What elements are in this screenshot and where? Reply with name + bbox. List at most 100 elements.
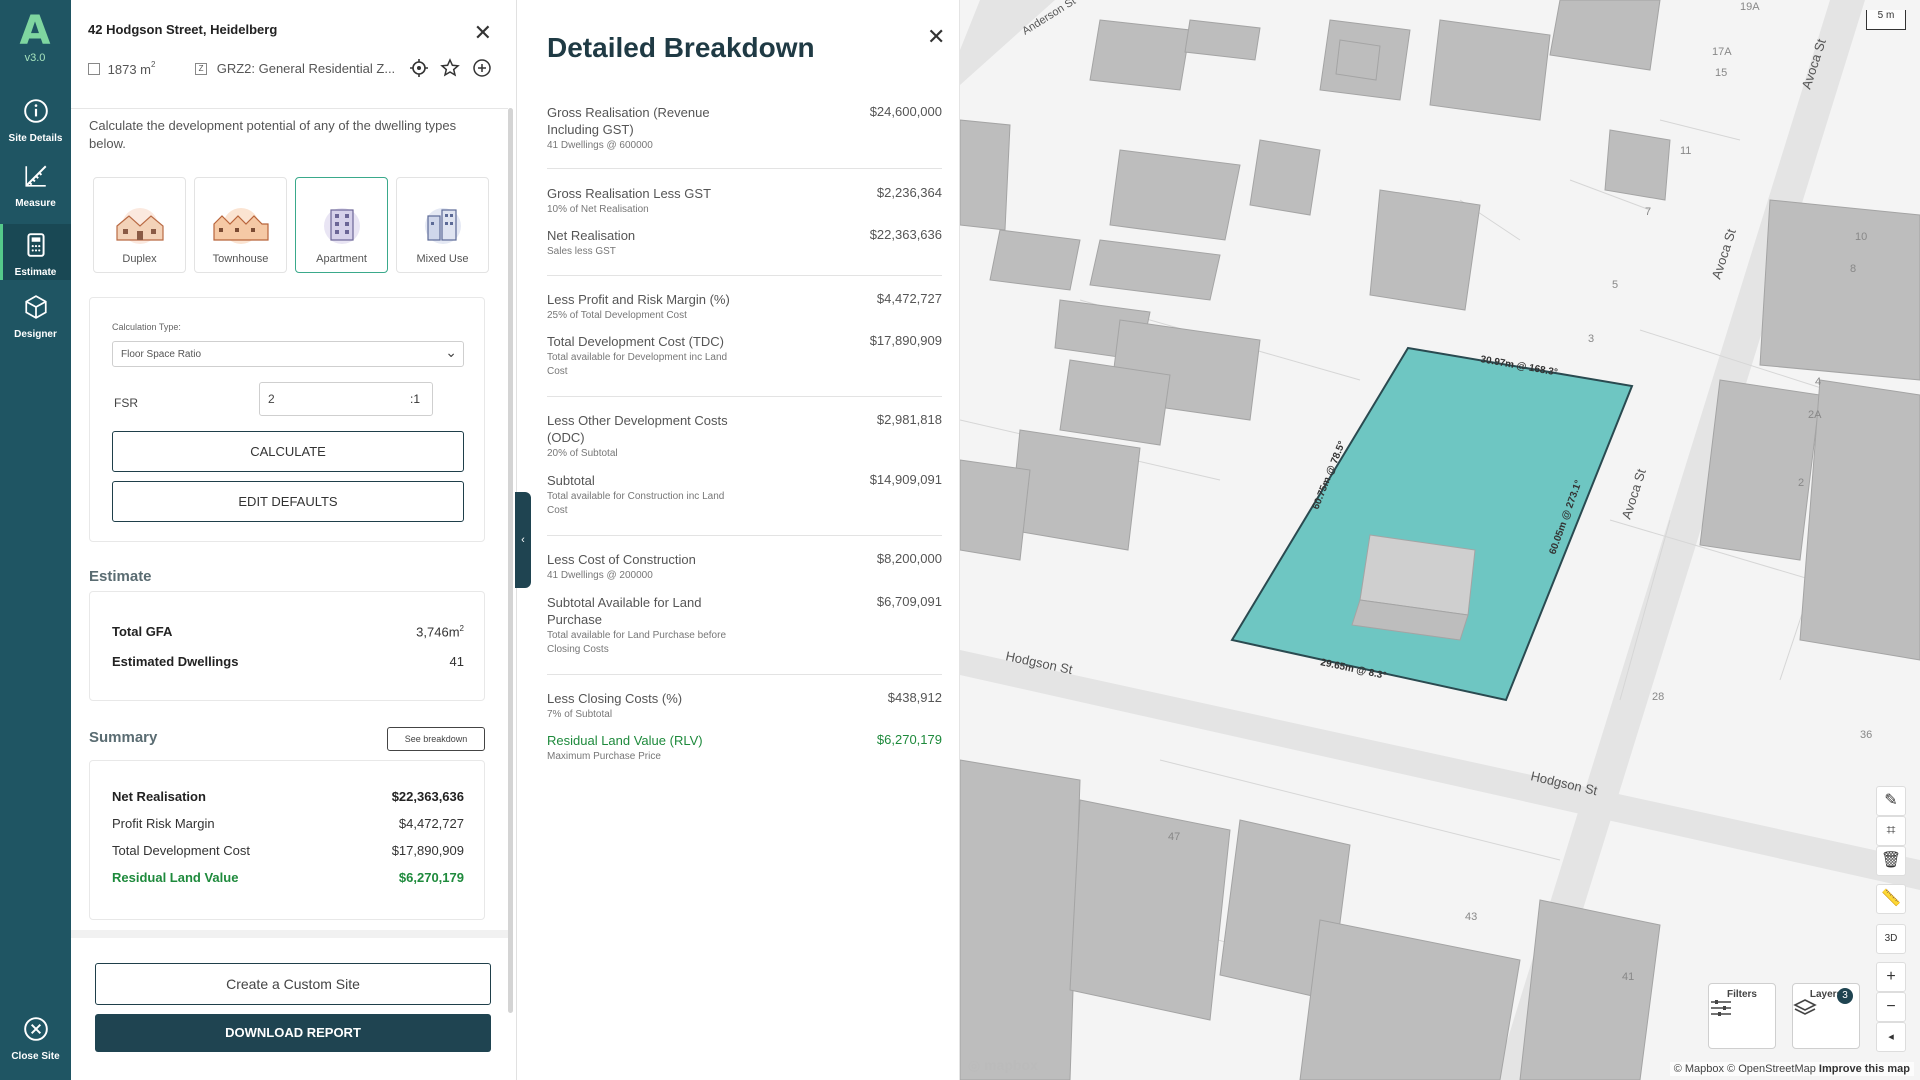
measure-button[interactable]: 📏 (1876, 884, 1906, 914)
mixed-use-icon (424, 208, 461, 244)
svg-text:43: 43 (1465, 911, 1477, 923)
close-icon[interactable]: ✕ (927, 24, 945, 50)
rail-item-site-details[interactable]: Site Details (0, 98, 71, 158)
svg-text:15: 15 (1715, 67, 1727, 79)
dwelling-type-selector: Duplex Townhouse Apartment Mixed Use (93, 177, 489, 273)
rail-item-label: Measure (15, 198, 56, 209)
info-icon (23, 99, 48, 123)
summary-title: Summary (89, 729, 158, 746)
detailed-breakdown-panel: Detailed Breakdown ✕ Gross Realisation (… (517, 0, 960, 1080)
fsr-value: 2 (268, 392, 275, 406)
estimate-intro: Calculate the development potential of a… (89, 118, 457, 151)
summary-value: $4,472,727 (398, 816, 464, 831)
map-attribution[interactable]: © Mapbox © OpenStreetMap Improve this ma… (1669, 1062, 1914, 1076)
dwelling-type-mixed-use[interactable]: Mixed Use (396, 177, 489, 273)
rail-item-estimate[interactable]: Estimate (0, 224, 71, 280)
map-scale: 5 m (1866, 10, 1906, 30)
dwelling-type-apartment[interactable]: Apartment (295, 177, 388, 273)
create-custom-site-button[interactable]: Create a Custom Site (95, 963, 491, 1005)
app-logo[interactable]: A v3.0 (18, 10, 52, 66)
dwelling-type-townhouse[interactable]: Townhouse (194, 177, 287, 273)
total-gfa-label: Total GFA (112, 624, 173, 639)
layers-button[interactable]: 3 Layers (1792, 983, 1860, 1049)
mapbox-logo[interactable]: ◎ mapbox (968, 1057, 1038, 1074)
draw-polygon-button[interactable]: ⌗ (1876, 816, 1906, 846)
breakdown-sub: Maximum Purchase Price (547, 751, 661, 762)
estimate-panel: 42 Hodgson Street, Heidelberg ✕ 1873 m2 … (71, 0, 517, 1080)
compass-button[interactable]: ◂ (1876, 1022, 1906, 1052)
breakdown-value: $2,236,364 (876, 185, 942, 200)
close-site-button[interactable]: Close Site (0, 1016, 71, 1076)
zoom-out-button[interactable]: − (1876, 992, 1906, 1022)
locate-icon[interactable] (409, 58, 429, 78)
close-site-label: Close Site (11, 1051, 60, 1062)
dwelling-type-duplex[interactable]: Duplex (93, 177, 186, 273)
collapse-panel-handle[interactable]: ‹ (515, 492, 531, 588)
map-canvas[interactable]: Hodgson St Hodgson St Avoca St Avoca St … (960, 0, 1920, 1080)
draw-line-button[interactable]: ✎ (1876, 786, 1906, 816)
breakdown-sub: Total available for Construction inc Lan… (547, 491, 725, 516)
add-icon[interactable] (472, 58, 492, 78)
breakdown-divider (547, 275, 942, 276)
breakdown-value: $14,909,091 (869, 472, 942, 487)
total-gfa-value: 3,746m2 (416, 624, 464, 640)
delete-drawing-button[interactable]: 🗑 (1876, 846, 1906, 876)
close-icon[interactable]: ✕ (474, 20, 492, 46)
breakdown-label: Residual Land Value (RLV) (547, 733, 703, 748)
calculator-icon (26, 233, 45, 257)
calc-type-select[interactable]: Floor Space Ratio ⌄ (112, 341, 464, 367)
breakdown-value: $2,981,818 (876, 412, 942, 427)
svg-text:11: 11 (1680, 145, 1691, 157)
panel-scrollbar[interactable] (508, 108, 513, 1013)
see-breakdown-button[interactable]: See breakdown (387, 727, 485, 751)
dwellings-value: 41 (449, 654, 464, 669)
zoom-in-button[interactable]: + (1876, 962, 1906, 992)
toggle-3d-button[interactable]: 3D (1876, 924, 1906, 954)
breakdown-label: Gross Realisation (Revenue Including GST… (547, 105, 710, 137)
breakdown-divider (547, 168, 942, 169)
summary-label: Total Development Cost (112, 843, 251, 858)
fsr-input[interactable]: 2 :1 (259, 382, 433, 416)
filters-button[interactable]: Filters (1708, 983, 1776, 1049)
edit-defaults-button[interactable]: EDIT DEFAULTS (112, 481, 464, 522)
breakdown-label: Less Closing Costs (%) (547, 691, 683, 706)
breakdown-value: $17,890,909 (869, 333, 942, 348)
rotate-3d-icon: 3D (1884, 933, 1898, 944)
rail-item-label: Site Details (8, 133, 63, 144)
breakdown-value: $6,709,091 (876, 594, 942, 609)
site-zone: GRZ2: General Residential Z... (216, 61, 396, 77)
dwelling-type-label: Townhouse (212, 253, 269, 265)
rail-item-measure[interactable]: Measure (0, 163, 71, 223)
svg-text:28: 28 (1652, 691, 1664, 703)
calc-type-value: Floor Space Ratio (121, 349, 202, 360)
download-report-button[interactable]: DOWNLOAD REPORT (95, 1014, 491, 1052)
breakdown-value: $24,600,000 (869, 104, 942, 119)
zone-icon: Z (195, 62, 208, 75)
breakdown-value: $22,363,636 (869, 227, 942, 242)
breakdown-sub: Total available for Development inc Land… (547, 352, 728, 377)
star-icon[interactable] (440, 58, 461, 78)
townhouse-icon (212, 208, 269, 244)
breakdown-title: Detailed Breakdown (547, 32, 815, 63)
breakdown-label: Less Profit and Risk Margin (%) (547, 292, 730, 307)
sliders-icon (1711, 1000, 1731, 1016)
calculate-button[interactable]: CALCULATE (112, 431, 464, 472)
rail-item-designer[interactable]: Designer (0, 294, 71, 354)
layers-icon (1793, 999, 1817, 1015)
logo-mark: A (19, 8, 51, 54)
breakdown-sub: 20% of Subtotal (547, 448, 618, 459)
dwelling-type-label: Mixed Use (416, 253, 469, 265)
map-view[interactable]: Hodgson St Hodgson St Avoca St Avoca St … (960, 0, 1920, 1080)
breakdown-divider (547, 674, 942, 675)
summary-results: Net Realisation $22,363,636 Profit Risk … (89, 760, 485, 920)
polygon-icon: ⌗ (1886, 822, 1896, 839)
site-header: 42 Hodgson Street, Heidelberg ✕ 1873 m2 … (88, 20, 508, 77)
breakdown-item-rlv: Residual Land Value (RLV) Maximum Purcha… (547, 732, 942, 764)
dwelling-type-label: Duplex (122, 253, 157, 265)
breakdown-label: Subtotal Available for Land Purchase (547, 595, 702, 627)
breakdown-label: Subtotal (547, 473, 595, 488)
rail-item-label: Designer (14, 329, 57, 340)
svg-text:41: 41 (1622, 971, 1634, 983)
footer-divider (71, 930, 508, 938)
breakdown-item: Subtotal Available for Land Purchase Tot… (547, 594, 942, 657)
